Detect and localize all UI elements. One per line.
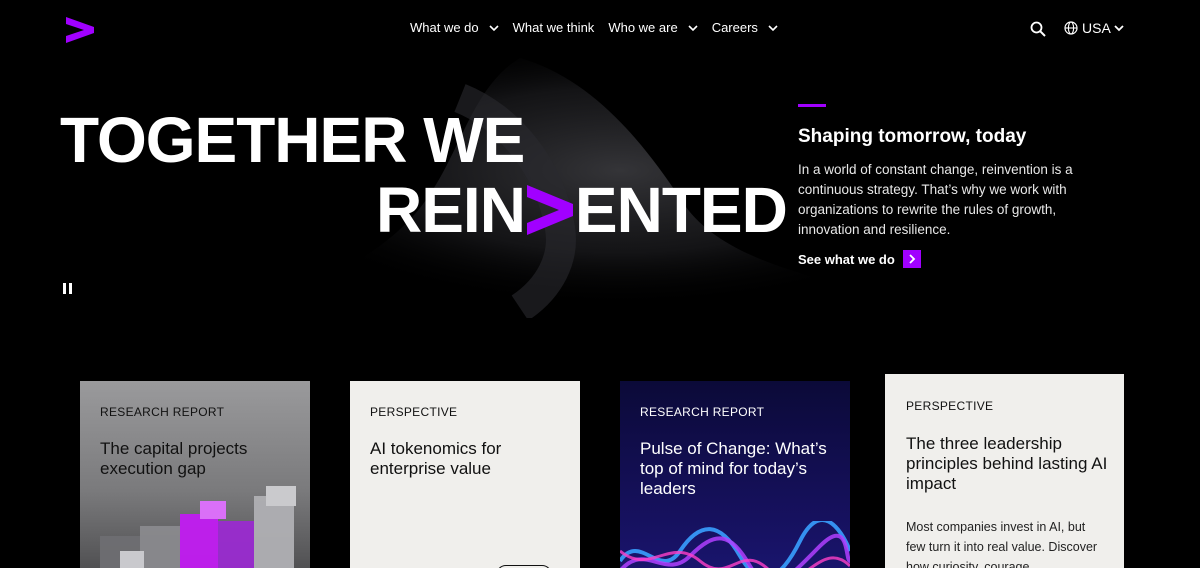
region-selector[interactable]: USA: [1064, 20, 1124, 36]
nav-label: What we think: [512, 20, 595, 35]
nav-what-we-do[interactable]: What we do: [410, 20, 499, 35]
card-description: Most companies invest in AI, but few tur…: [906, 520, 1098, 568]
hero-headline-line2: REIN ENTED: [376, 174, 788, 246]
chevron-down-icon: [768, 24, 778, 31]
hero-headline-line1: TOGETHER WE: [60, 104, 525, 176]
nav-who-we-are[interactable]: Who we are: [608, 20, 698, 35]
nav-label: Who we are: [608, 20, 678, 35]
main-nav: What we do What we think Who we are Care…: [410, 20, 792, 35]
pause-button[interactable]: [63, 283, 73, 294]
greater-than-logo-icon: [526, 185, 573, 235]
chevron-down-icon: [1114, 25, 1124, 32]
card-capital-projects[interactable]: RESEARCH REPORT The capital projects exe…: [80, 381, 310, 568]
card-title: The three leadership principles behind l…: [906, 434, 1108, 493]
site-header: What we do What we think Who we are Care…: [0, 0, 1200, 58]
card-label: RESEARCH REPORT: [640, 405, 765, 419]
accent-line: [798, 104, 826, 107]
card-ai-tokenomics[interactable]: PERSPECTIVE AI tokenomics for enterprise…: [350, 381, 580, 568]
logo-icon[interactable]: [66, 17, 94, 43]
chevron-down-icon: [489, 24, 499, 31]
chevron-down-icon: [688, 24, 698, 31]
see-what-we-do-link[interactable]: See what we do: [798, 250, 921, 268]
headline-part-end: ENTED: [574, 174, 788, 246]
card-label: PERSPECTIVE: [906, 399, 994, 413]
search-icon[interactable]: [1030, 21, 1046, 37]
card-title: AI tokenomics for enterprise value: [370, 439, 502, 478]
card-title: Pulse of Change: What’s top of mind for …: [640, 439, 827, 498]
globe-icon: [1064, 21, 1078, 35]
card-title: The capital projects execution gap: [100, 439, 248, 478]
card-pulse-of-change[interactable]: RESEARCH REPORT Pulse of Change: What’s …: [620, 381, 850, 568]
nav-careers[interactable]: Careers: [712, 20, 778, 35]
cta-label: See what we do: [798, 251, 895, 267]
card-cubes-image: [100, 486, 296, 568]
hero-body: In a world of constant change, reinventi…: [798, 162, 1073, 237]
hero-title: Shaping tomorrow, today: [798, 126, 1027, 147]
region-label: USA: [1082, 20, 1111, 36]
card-waves-image: [620, 521, 850, 568]
hero-section: TOGETHER WE REIN ENTED Shaping tomorrow,…: [0, 58, 1200, 318]
chevron-right-icon: [902, 250, 921, 268]
card-label: RESEARCH REPORT: [100, 405, 225, 419]
card-label: PERSPECTIVE: [370, 405, 458, 419]
nav-label: Careers: [711, 20, 758, 35]
nav-what-we-think[interactable]: What we think: [513, 20, 595, 35]
headline-part-start: REIN: [376, 174, 526, 246]
card-leadership-principles[interactable]: PERSPECTIVE The three leadership princip…: [885, 374, 1124, 568]
nav-label: What we do: [410, 20, 479, 35]
